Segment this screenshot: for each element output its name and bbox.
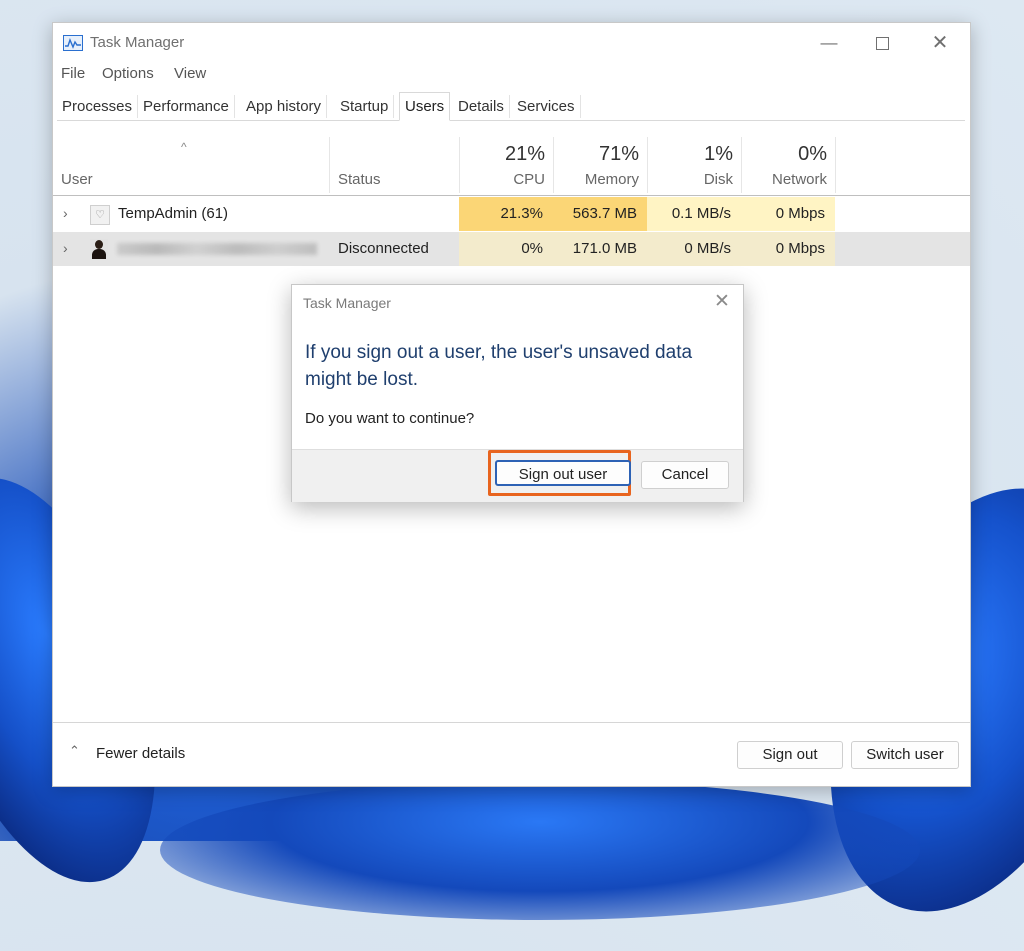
menu-file[interactable]: File bbox=[61, 65, 85, 82]
blurred-user-name bbox=[117, 243, 317, 255]
dialog-close-icon[interactable]: ✕ bbox=[714, 290, 730, 313]
tab-startup[interactable]: Startup bbox=[335, 95, 395, 118]
dialog-heading: If you sign out a user, the user's unsav… bbox=[305, 342, 693, 390]
table-header: ^ User Status 21% CPU 71% Memory 1% Disk… bbox=[53, 137, 970, 196]
column-header-network[interactable]: Network bbox=[741, 171, 827, 188]
window-title: Task Manager bbox=[90, 34, 185, 51]
cpu-cell: 0% bbox=[459, 232, 553, 266]
task-manager-app-icon bbox=[63, 35, 83, 51]
tab-users[interactable]: Users bbox=[399, 92, 451, 121]
chevron-up-icon[interactable]: ⌃ bbox=[69, 743, 80, 759]
table-row[interactable]: › Disconnected 0% 171.0 MB 0 MB/s 0 Mbps bbox=[53, 232, 970, 266]
footer-divider bbox=[53, 722, 970, 723]
memory-total-percent: 71% bbox=[598, 143, 639, 165]
switch-user-button[interactable]: Switch user bbox=[851, 741, 959, 769]
network-total-percent: 0% bbox=[798, 143, 827, 165]
cpu-total-percent: 21% bbox=[504, 143, 545, 165]
user-status: Disconnected bbox=[338, 240, 429, 257]
tab-app-history[interactable]: App history bbox=[241, 95, 328, 118]
user-photo-avatar bbox=[90, 239, 108, 259]
tab-services[interactable]: Services bbox=[512, 95, 581, 118]
network-cell: 0 Mbps bbox=[741, 197, 835, 231]
column-header-cpu[interactable]: CPU bbox=[459, 171, 545, 188]
sign-out-user-button[interactable]: Sign out user bbox=[495, 460, 631, 486]
maximize-icon bbox=[875, 37, 889, 51]
minimize-button[interactable]: — bbox=[809, 29, 849, 57]
title-bar[interactable]: Task Manager — ✕ bbox=[53, 23, 970, 63]
menu-view[interactable]: View bbox=[174, 65, 206, 82]
dialog-question: Do you want to continue? bbox=[305, 410, 475, 427]
cpu-cell: 21.3% bbox=[459, 197, 553, 231]
column-header-disk[interactable]: Disk bbox=[647, 171, 733, 188]
menu-options[interactable]: Options bbox=[102, 65, 154, 82]
disk-total-percent: 1% bbox=[704, 143, 733, 165]
table-row[interactable]: › ♡ TempAdmin (61) 21.3% 563.7 MB 0.1 MB… bbox=[53, 197, 970, 231]
cancel-button[interactable]: Cancel bbox=[641, 461, 729, 489]
sign-out-button[interactable]: Sign out bbox=[737, 741, 843, 769]
expand-chevron-icon[interactable]: › bbox=[63, 205, 68, 221]
expand-chevron-icon[interactable]: › bbox=[63, 240, 68, 256]
sign-out-confirmation-dialog: Task Manager ✕ If you sign out a user, t… bbox=[291, 284, 744, 502]
user-avatar-icon: ♡ bbox=[90, 205, 110, 225]
dialog-button-bar: Sign out user Cancel bbox=[292, 449, 743, 502]
close-button[interactable]: ✕ bbox=[920, 29, 960, 57]
column-header-user[interactable]: User bbox=[61, 171, 93, 188]
tab-processes[interactable]: Processes bbox=[57, 95, 139, 118]
tab-strip: Processes Performance App history Startu… bbox=[57, 92, 965, 121]
minimize-icon: — bbox=[820, 33, 838, 52]
network-cell: 0 Mbps bbox=[741, 232, 835, 266]
tab-details[interactable]: Details bbox=[453, 95, 510, 118]
dialog-title: Task Manager bbox=[303, 295, 391, 311]
close-icon: ✕ bbox=[931, 32, 949, 54]
memory-cell: 563.7 MB bbox=[553, 197, 647, 231]
column-divider[interactable] bbox=[835, 137, 836, 193]
column-header-status[interactable]: Status bbox=[338, 171, 381, 188]
user-name: TempAdmin (61) bbox=[118, 205, 229, 222]
column-header-memory[interactable]: Memory bbox=[553, 171, 639, 188]
fewer-details-link[interactable]: Fewer details bbox=[96, 745, 185, 762]
sort-ascending-icon: ^ bbox=[181, 140, 187, 154]
disk-cell: 0.1 MB/s bbox=[647, 197, 741, 231]
maximize-button[interactable] bbox=[862, 29, 902, 57]
disk-cell: 0 MB/s bbox=[647, 232, 741, 266]
tab-performance[interactable]: Performance bbox=[138, 95, 235, 118]
wallpaper-swirl-bottom bbox=[160, 780, 920, 920]
memory-cell: 171.0 MB bbox=[553, 232, 647, 266]
column-divider[interactable] bbox=[329, 137, 330, 193]
